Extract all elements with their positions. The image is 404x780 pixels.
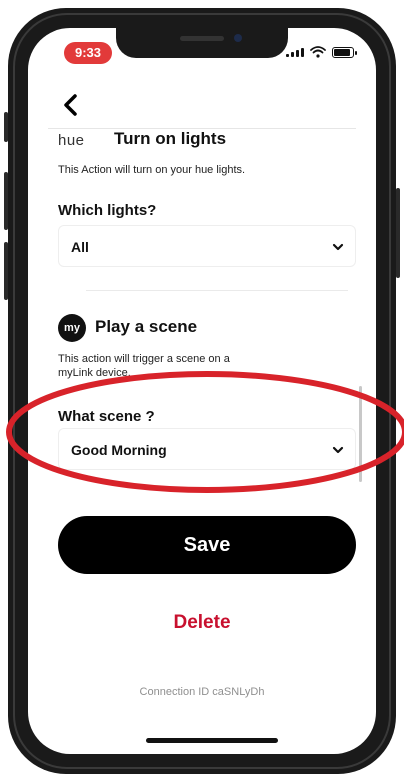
mylink-action-description-line1: This action will trigger a scene on a xyxy=(58,353,230,365)
which-lights-label: Which lights? xyxy=(58,202,157,219)
cellular-signal-icon xyxy=(286,47,304,57)
what-scene-value: Good Morning xyxy=(71,442,167,458)
hue-logo: hue xyxy=(58,132,85,149)
battery-icon xyxy=(332,46,357,58)
which-lights-value: All xyxy=(71,239,89,255)
volume-up-button xyxy=(4,172,8,230)
status-time: 9:33 xyxy=(64,42,112,64)
chevron-down-icon xyxy=(332,243,344,251)
status-icons xyxy=(286,46,357,58)
phone-frame: 9:33 hue Turn on lights This Action will… xyxy=(4,8,400,774)
phone-screen: 9:33 hue Turn on lights This Action will… xyxy=(28,28,376,754)
mute-switch xyxy=(4,112,8,142)
mylink-action-description-line2: myLink device. xyxy=(58,367,131,379)
save-button[interactable]: Save xyxy=(58,516,356,574)
what-scene-select[interactable]: Good Morning xyxy=(58,428,356,470)
which-lights-select[interactable]: All xyxy=(58,225,356,267)
delete-button[interactable]: Delete xyxy=(28,612,376,634)
connection-id: Connection ID caSNLyDh xyxy=(139,686,265,698)
scrollbar[interactable] xyxy=(359,386,362,482)
chevron-down-icon xyxy=(332,446,344,454)
home-indicator[interactable] xyxy=(146,738,278,743)
wifi-icon xyxy=(310,46,326,58)
section-divider xyxy=(86,290,348,291)
volume-down-button xyxy=(4,242,8,300)
hue-action-title: Turn on lights xyxy=(114,129,227,148)
notch xyxy=(116,28,288,58)
power-button xyxy=(396,188,400,278)
back-arrow-icon[interactable] xyxy=(56,90,86,120)
what-scene-label: What scene ? xyxy=(58,408,155,425)
hue-action-description: This Action will turn on your hue lights… xyxy=(58,164,246,176)
camera xyxy=(234,34,242,42)
mylink-logo: my xyxy=(58,314,86,342)
speaker xyxy=(180,36,224,41)
mylink-action-title: Play a scene xyxy=(95,317,198,336)
